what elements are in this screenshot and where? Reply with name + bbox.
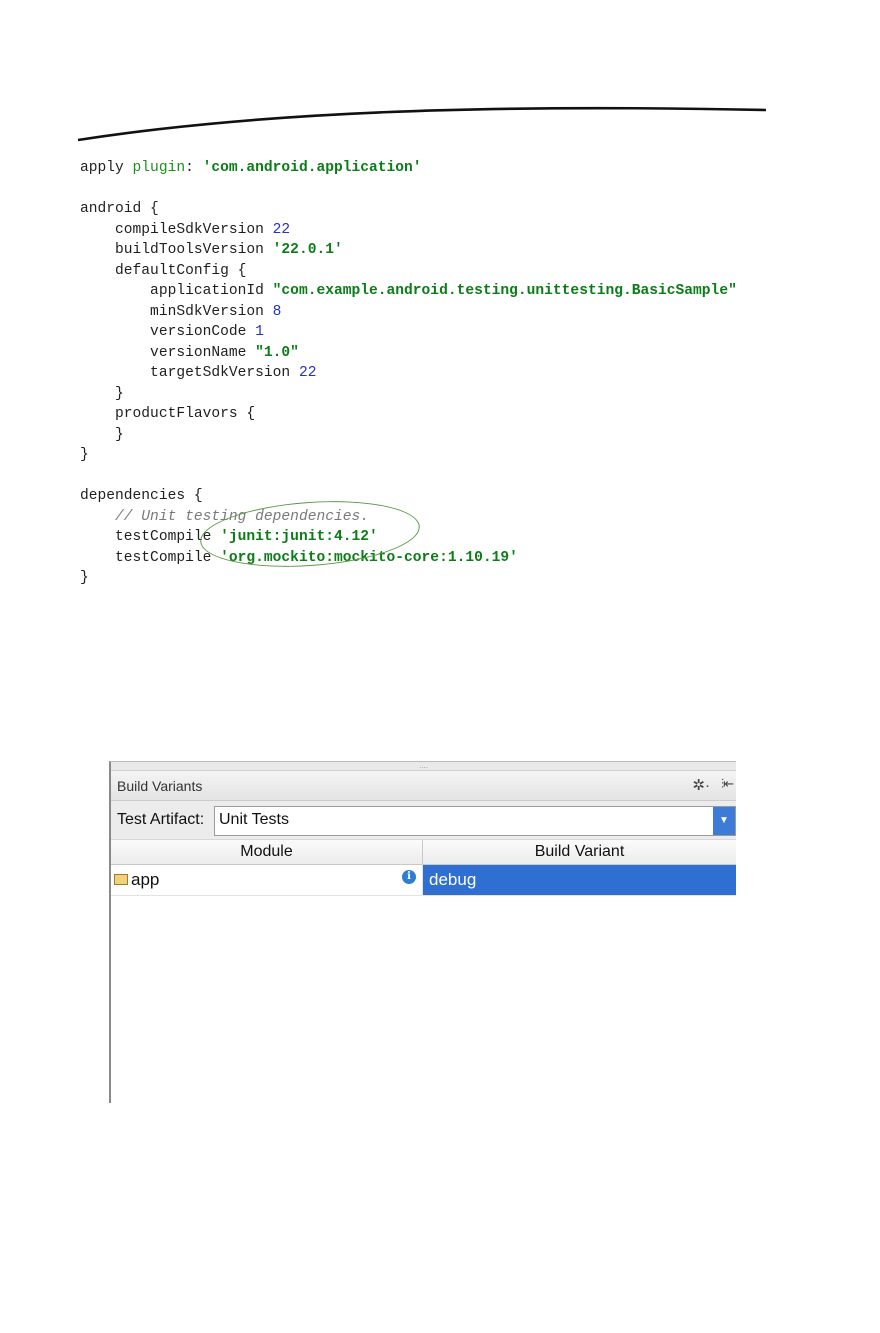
code-token: "1.0" — [255, 344, 299, 361]
code-line: testCompile 'org.mockito:mockito-core:1.… — [80, 548, 737, 569]
info-icon[interactable]: i — [402, 870, 416, 884]
code-token: 'com.android.application' — [202, 160, 422, 176]
code-line: minSdkVersion 8 — [80, 302, 737, 323]
test-artifact-row: Test Artifact: Unit Tests ▼ — [111, 801, 736, 840]
module-name: app — [131, 870, 160, 889]
code-line: applicationId "com.example.android.testi… — [80, 281, 737, 302]
code-line: dependencies { — [80, 486, 737, 507]
code-token: 22 — [272, 221, 291, 238]
code-token: testCompile — [80, 529, 221, 545]
code-token: } — [80, 426, 124, 443]
code-token: android { — [80, 201, 159, 217]
code-line: } — [80, 445, 737, 466]
code-line: versionCode 1 — [80, 322, 737, 343]
code-token: : — [185, 160, 203, 176]
build-variants-panel: .... Build Variants ✲· ⫶⇤ Test Artifact:… — [109, 761, 736, 1103]
code-line: apply plugin: 'com.android.application' — [80, 158, 737, 179]
code-line: versionName "1.0" — [80, 343, 737, 364]
code-line: compileSdkVersion 22 — [80, 220, 737, 241]
code-token: 22 — [298, 365, 317, 381]
panel-resize-grip[interactable]: .... — [111, 762, 736, 771]
code-token: versionCode — [80, 324, 256, 340]
test-artifact-value: Unit Tests — [219, 811, 289, 828]
code-token: } — [80, 570, 89, 586]
test-artifact-label: Test Artifact: — [117, 811, 205, 828]
code-token: minSdkVersion — [80, 303, 273, 320]
code-line: productFlavors { — [80, 404, 737, 425]
code-token: } — [80, 447, 89, 463]
code-line: } — [80, 568, 737, 589]
code-token: plugin — [132, 160, 186, 176]
code-line: } — [80, 384, 737, 405]
code-token: compileSdkVersion — [80, 221, 273, 238]
code-line: targetSdkVersion 22 — [80, 363, 737, 384]
chevron-down-icon[interactable]: ▼ — [713, 807, 735, 835]
build-variant-cell[interactable]: debug — [423, 865, 736, 895]
code-token: versionName — [80, 344, 256, 361]
code-token: dependencies { — [80, 488, 203, 504]
code-line: } — [80, 425, 737, 446]
table-row[interactable]: app i debug — [111, 865, 736, 896]
code-token: defaultConfig { — [80, 262, 247, 279]
code-token: testCompile — [80, 549, 221, 566]
code-token: '22.0.1' — [272, 242, 343, 258]
module-folder-icon — [114, 874, 128, 885]
code-token: targetSdkVersion — [80, 365, 299, 381]
test-artifact-select[interactable]: Unit Tests ▼ — [214, 806, 736, 836]
code-token: 1 — [255, 324, 264, 340]
variants-table-header: Module Build Variant — [111, 840, 736, 865]
page-top-swoosh — [77, 106, 767, 142]
module-cell[interactable]: app i — [111, 865, 423, 895]
panel-title: Build Variants — [117, 778, 203, 794]
gear-icon[interactable]: ✲· — [692, 776, 710, 794]
code-line: buildToolsVersion '22.0.1' — [80, 240, 737, 261]
code-token: apply — [80, 160, 133, 176]
column-header-build-variant[interactable]: Build Variant — [423, 840, 736, 864]
code-line: defaultConfig { — [80, 261, 737, 282]
column-header-module[interactable]: Module — [111, 840, 423, 864]
code-token: "com.example.android.testing.unittesting… — [272, 283, 737, 299]
code-token: } — [80, 385, 124, 402]
code-token: buildToolsVersion — [80, 242, 273, 258]
build-variant-value: debug — [429, 870, 477, 889]
code-token: applicationId — [80, 283, 273, 299]
panel-titlebar: Build Variants ✲· ⫶⇤ — [111, 771, 736, 801]
code-token: productFlavors { — [80, 406, 256, 422]
code-token: 8 — [272, 303, 282, 320]
code-line: android { — [80, 199, 737, 220]
hide-panel-icon[interactable]: ⫶⇤ — [721, 776, 734, 792]
